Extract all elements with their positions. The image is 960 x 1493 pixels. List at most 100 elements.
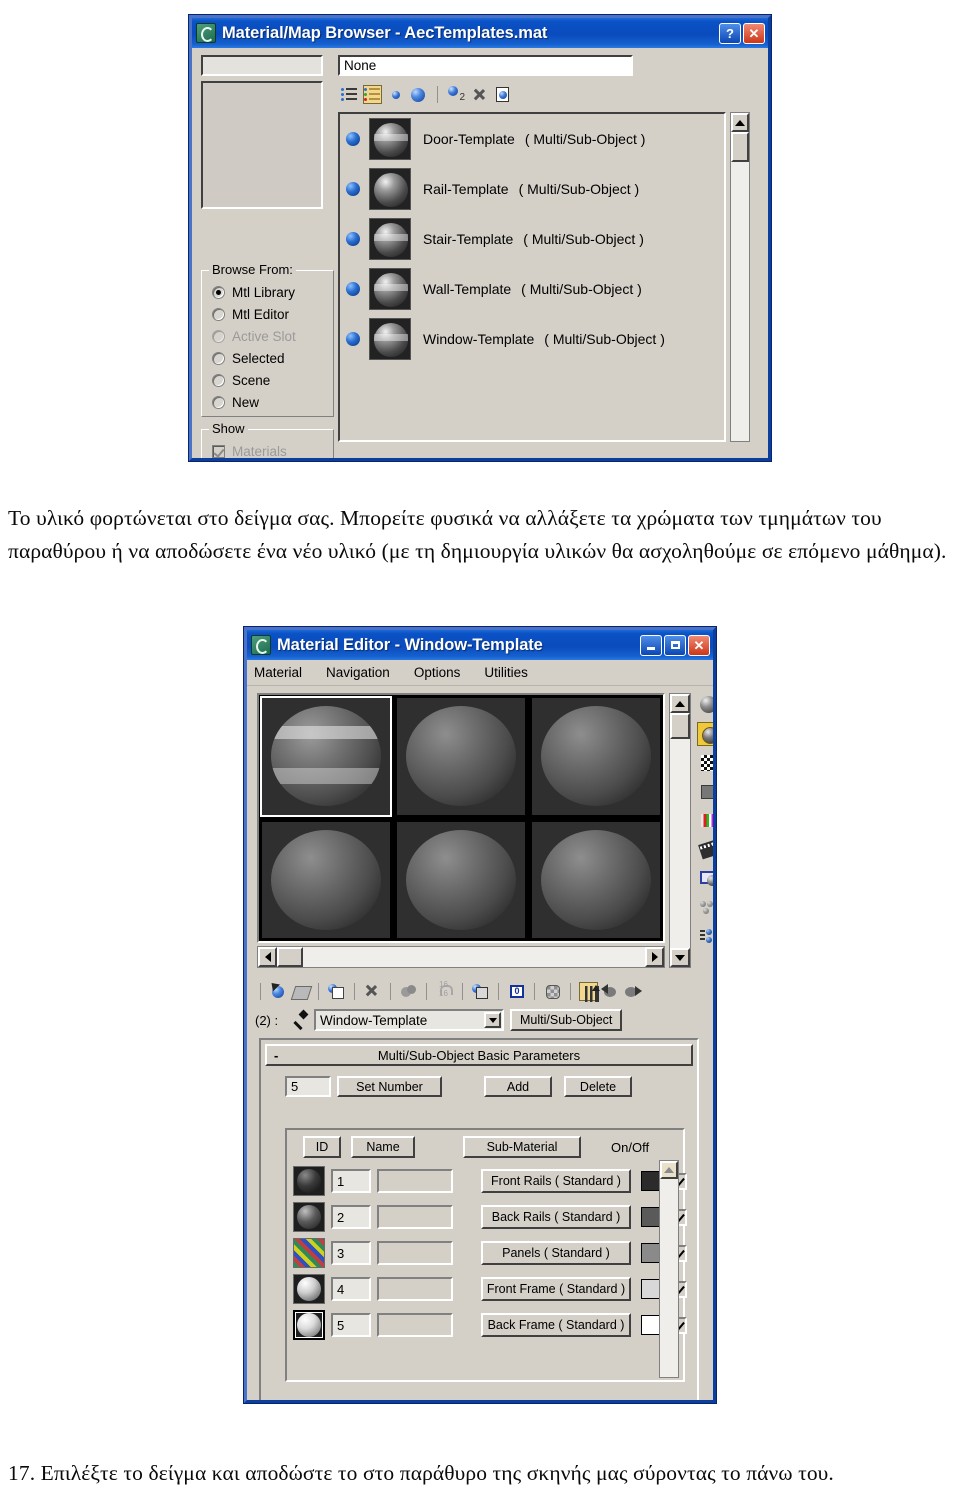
row-id-field[interactable]: 1 [331,1169,371,1193]
go-forward-to-sibling-icon[interactable] [623,982,642,1001]
list-item[interactable]: Stair-Template ( Multi/Sub-Object ) [340,214,724,264]
sample-slots-vscrollbar[interactable] [669,693,691,968]
scrollbar-track[interactable] [670,739,690,948]
row-name-field[interactable] [377,1277,453,1301]
show-end-result-icon[interactable] [579,981,600,1002]
row-color-swatch[interactable] [641,1243,661,1263]
radio-scene[interactable]: Scene [202,369,333,391]
sub-material-thumbnail[interactable] [293,1274,325,1304]
go-to-parent-icon[interactable] [601,982,620,1001]
sample-uv-tiling-icon[interactable] [697,780,713,804]
add-button[interactable]: Add [484,1076,552,1097]
sample-slot-2[interactable] [395,696,527,817]
scrollbar-track[interactable] [303,947,645,967]
radio-mtl-library[interactable]: Mtl Library [202,281,333,303]
me-menubar[interactable]: Material Navigation Options Utilities [247,660,713,686]
select-by-material-icon[interactable] [697,896,713,920]
list-item[interactable]: Window-Template ( Multi/Sub-Object ) [340,314,724,364]
material-editor-window[interactable]: Material Editor - Window-Template ✕ Mate… [243,626,717,1404]
scroll-right-button[interactable] [645,947,664,967]
table-row[interactable]: 1 Front Rails ( Standard ) [293,1164,687,1198]
scroll-left-button[interactable] [258,947,277,967]
row-name-field[interactable] [377,1169,453,1193]
row-name-field[interactable] [377,1205,453,1229]
mmb-name-field[interactable] [201,55,323,76]
mmb-titlebar[interactable]: Material/Map Browser - AecTemplates.mat … [192,18,768,48]
sample-slot-3[interactable] [530,696,662,817]
menu-material[interactable]: Material [254,665,302,680]
row-color-swatch[interactable] [641,1315,661,1335]
row-id-field[interactable]: 2 [331,1205,371,1229]
chevron-down-icon[interactable] [484,1012,501,1028]
help-button[interactable]: ? [719,22,741,44]
new-file-icon[interactable] [493,85,512,104]
reset-map-icon[interactable] [363,982,382,1001]
column-header-sub-material[interactable]: Sub-Material [463,1136,581,1158]
row-id-field[interactable]: 5 [331,1313,371,1337]
row-id-field[interactable]: 3 [331,1241,371,1265]
table-row[interactable]: 4 Front Frame ( Standard ) [293,1272,687,1306]
view-list-details-icon[interactable] [363,84,382,104]
menu-options[interactable]: Options [414,665,461,680]
close-icon[interactable]: ✕ [743,22,765,44]
radio-mtl-editor[interactable]: Mtl Editor [202,303,333,325]
update-scene-materials-icon[interactable]: 2 [447,85,466,104]
rollout-header[interactable]: - Multi/Sub-Object Basic Parameters [265,1044,693,1066]
sample-slot-4[interactable] [260,819,392,940]
sub-material-thumbnail[interactable] [293,1202,325,1232]
show-map-in-viewport-icon[interactable] [543,982,562,1001]
material-map-browser-window[interactable]: Material/Map Browser - AecTemplates.mat … [188,14,772,462]
row-sub-material-button[interactable]: Panels ( Standard ) [481,1241,631,1265]
table-row[interactable]: 3 Panels ( Standard ) [293,1236,687,1270]
table-row[interactable]: 5 Back Frame ( Standard ) [293,1308,687,1342]
current-map-field[interactable]: None [338,55,633,76]
row-color-swatch[interactable] [641,1279,661,1299]
sample-slot-1[interactable] [260,696,392,817]
scrollbar-track[interactable] [660,1179,678,1377]
make-material-copy-icon[interactable] [399,982,418,1001]
material-list-scrollbar[interactable] [730,112,750,442]
column-header-name[interactable]: Name [351,1136,415,1158]
material-effects-channel-icon[interactable]: 0 [507,982,526,1001]
scrollbar-track[interactable] [731,162,749,441]
close-icon[interactable]: ✕ [688,634,710,656]
material-list[interactable]: Door-Template ( Multi/Sub-Object ) Rail-… [338,112,726,442]
background-checker-icon[interactable] [697,751,713,775]
column-header-id[interactable]: ID [303,1136,341,1158]
menu-navigation[interactable]: Navigation [326,665,390,680]
scrollbar-thumb[interactable] [277,947,303,967]
row-sub-material-button[interactable]: Front Frame ( Standard ) [481,1277,631,1301]
delete-button[interactable]: Delete [564,1076,632,1097]
row-sub-material-button[interactable]: Back Rails ( Standard ) [481,1205,631,1229]
sample-slots-panel[interactable] [257,693,665,943]
sub-material-table-scrollbar[interactable] [659,1160,679,1378]
get-material-icon[interactable] [267,978,288,1001]
radio-new[interactable]: New [202,391,333,413]
eyedropper-icon[interactable] [289,1009,308,1031]
rollout-collapse-icon[interactable]: - [274,1048,278,1063]
sample-type-icon[interactable] [697,693,713,717]
list-item[interactable]: Rail-Template ( Multi/Sub-Object ) [340,164,724,214]
row-id-field[interactable]: 4 [331,1277,371,1301]
row-sub-material-button[interactable]: Front Rails ( Standard ) [481,1169,631,1193]
video-color-check-icon[interactable] [697,809,713,833]
material-name-field[interactable]: Window-Template [314,1009,504,1031]
row-name-field[interactable] [377,1313,453,1337]
make-unique-icon[interactable]: 16 16 [435,980,454,1001]
make-preview-icon[interactable] [697,838,713,862]
sample-slot-6[interactable] [530,819,662,940]
sub-material-thumbnail[interactable] [293,1310,325,1340]
scroll-down-button[interactable] [670,948,690,967]
scroll-up-button[interactable] [670,694,690,713]
sub-material-thumbnail[interactable] [293,1166,325,1196]
material-map-navigator-icon[interactable] [697,925,713,949]
scroll-up-button[interactable] [731,113,749,132]
put-to-library-icon[interactable] [471,982,490,1001]
view-list-icon[interactable] [340,85,359,104]
clear-materials-icon[interactable] [470,85,489,104]
menu-utilities[interactable]: Utilities [484,665,528,680]
minimize-icon[interactable] [640,634,662,656]
row-name-field[interactable] [377,1241,453,1265]
backlight-icon[interactable] [697,722,713,746]
assign-material-to-selection-icon[interactable] [327,982,346,1001]
